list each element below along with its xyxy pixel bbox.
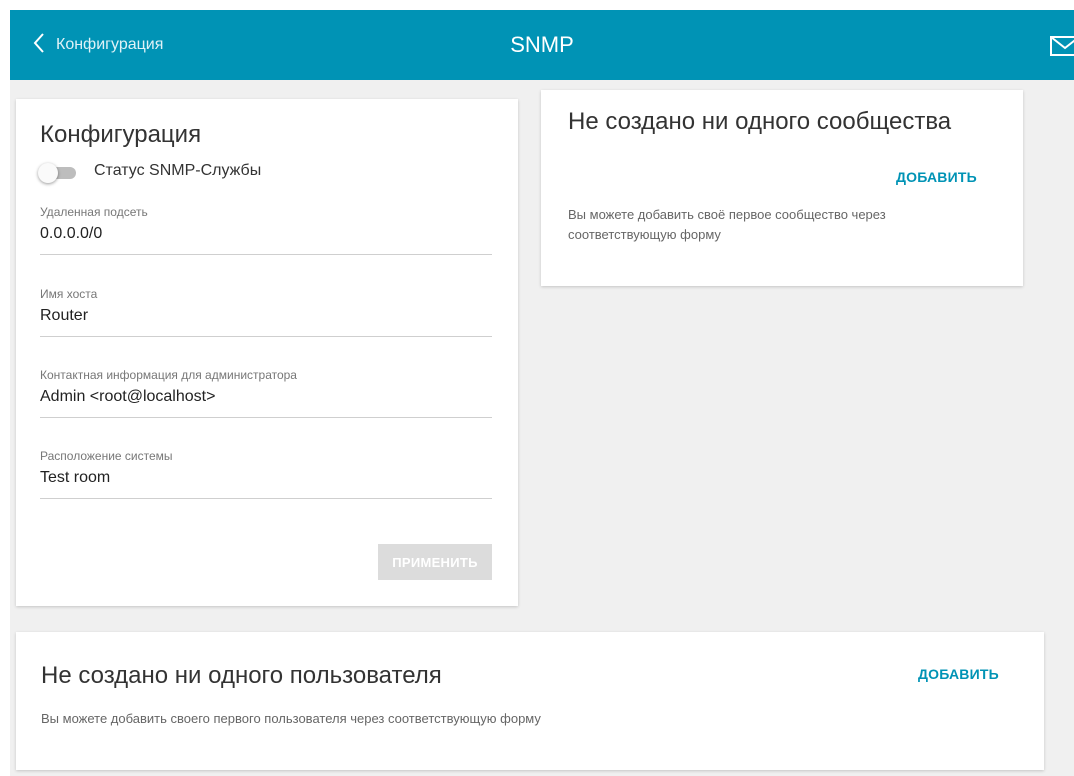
remote-subnet-field: Удаленная подсеть <box>40 205 492 255</box>
communities-card: Не создано ни одного сообщества ДОБАВИТЬ… <box>541 90 1023 286</box>
hostname-field: Имя хоста <box>40 287 492 337</box>
admin-contact-input[interactable] <box>40 388 492 406</box>
mail-icon[interactable] <box>1050 35 1074 57</box>
system-location-field: Расположение системы <box>40 449 492 499</box>
hostname-input[interactable] <box>40 307 492 325</box>
apply-button[interactable]: ПРИМЕНИТЬ <box>378 544 492 580</box>
system-location-label: Расположение системы <box>40 449 173 463</box>
admin-contact-label: Контактная информация для администратора <box>40 368 297 382</box>
users-description: Вы можете добавить своего первого пользо… <box>41 711 541 726</box>
admin-contact-field: Контактная информация для администратора <box>40 368 492 418</box>
add-user-button[interactable]: ДОБАВИТЬ <box>918 666 999 682</box>
users-card: Не создано ни одного пользователя ДОБАВИ… <box>16 632 1044 770</box>
toggle-knob <box>38 163 58 183</box>
users-title: Не создано ни одного пользователя <box>41 662 442 689</box>
hostname-label: Имя хоста <box>40 287 98 301</box>
add-community-button[interactable]: ДОБАВИТЬ <box>896 169 977 185</box>
remote-subnet-input[interactable] <box>40 225 492 243</box>
header-bar: Конфигурация SNMP <box>10 10 1074 80</box>
snmp-status-toggle[interactable] <box>38 163 78 183</box>
page-title: SNMP <box>510 32 574 57</box>
snmp-status-label: Статус SNMP-Службы <box>94 162 262 179</box>
system-location-input[interactable] <box>40 469 492 487</box>
communities-title: Не создано ни одного сообщества <box>568 108 952 135</box>
configuration-card: Конфигурация Статус SNMP-Службы Удаленна… <box>16 99 518 606</box>
remote-subnet-label: Удаленная подсеть <box>40 205 148 219</box>
configuration-title: Конфигурация <box>40 121 202 148</box>
communities-description: Вы можете добавить своё первое сообществ… <box>568 207 886 242</box>
